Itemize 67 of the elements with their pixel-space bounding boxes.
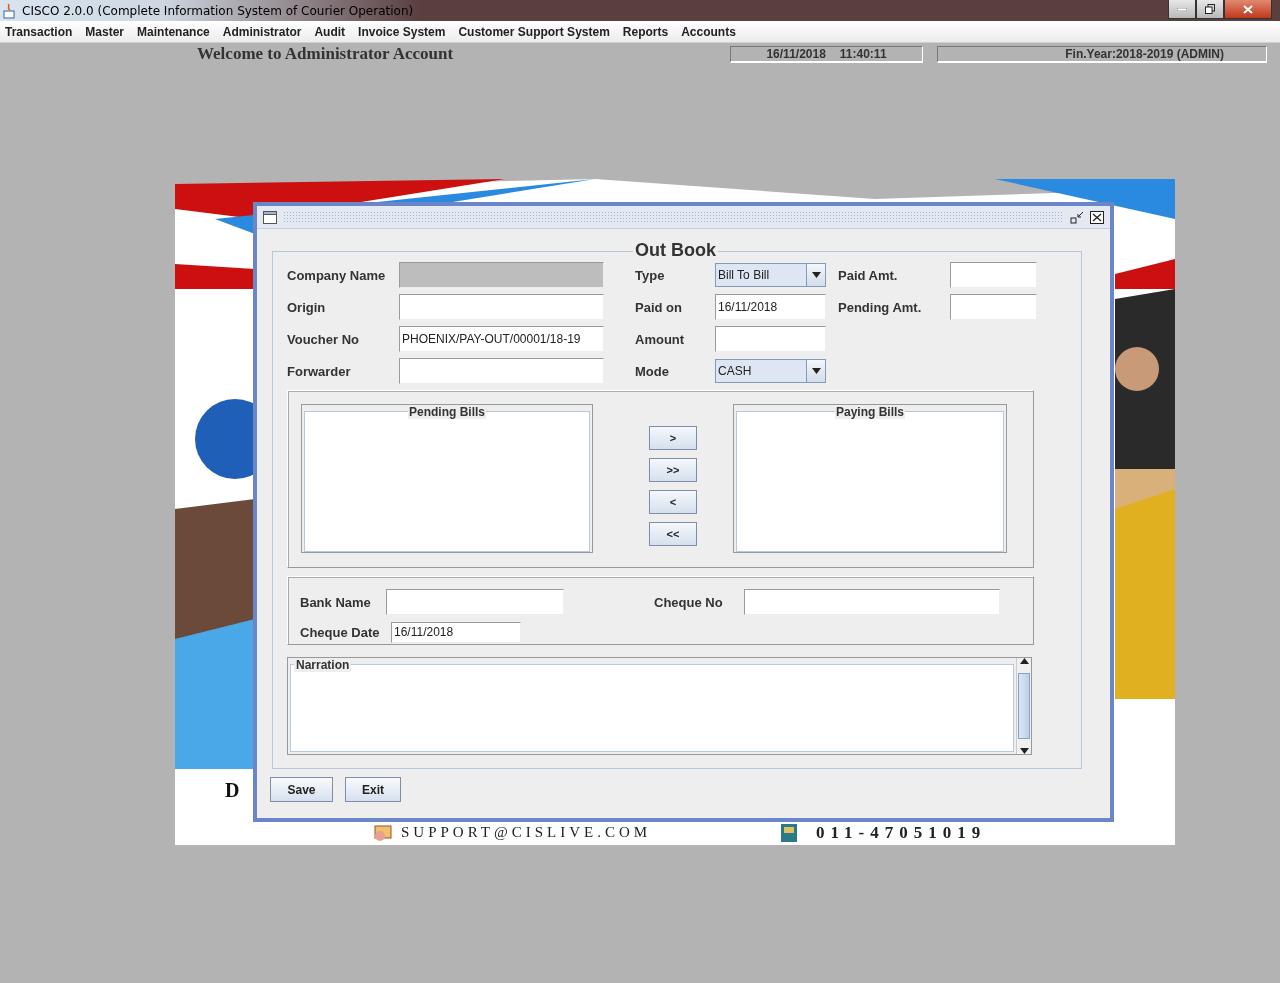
menu-item[interactable]: Accounts xyxy=(681,24,736,39)
field-label: Amount xyxy=(635,331,686,347)
text-field[interactable] xyxy=(386,589,564,615)
support-email: SUPPORT@CISLIVE.COM xyxy=(401,825,652,840)
menu-item[interactable]: Reports xyxy=(622,24,669,39)
text-field[interactable] xyxy=(950,294,1037,320)
field-label: Forwarder xyxy=(287,363,352,379)
exit-button[interactable]: Exit xyxy=(345,777,401,802)
field-label: Bank Name xyxy=(300,594,372,610)
field-label: Pending Amt. xyxy=(838,299,923,315)
scroll-up-icon xyxy=(1019,658,1029,664)
field-label: Origin xyxy=(287,299,327,315)
text-field[interactable]: 16/11/2018 xyxy=(715,294,826,320)
window-icon xyxy=(263,210,277,224)
menu-item[interactable]: Transaction xyxy=(5,24,73,39)
cup-icon xyxy=(2,2,18,19)
text-field[interactable] xyxy=(950,262,1037,288)
menu-item[interactable]: Customer Support System xyxy=(458,24,610,39)
close-button[interactable] xyxy=(1224,0,1272,19)
field-label: Paid Amt. xyxy=(838,267,899,283)
menu-item[interactable]: Maintenance xyxy=(137,24,210,39)
support-phone: 011-47051019 xyxy=(816,824,987,841)
save-button[interactable]: Save xyxy=(270,777,333,802)
restore-button[interactable] xyxy=(1196,0,1224,19)
text-field[interactable] xyxy=(399,358,604,384)
transfer-button[interactable]: >> xyxy=(649,458,697,482)
text-field[interactable] xyxy=(715,326,826,352)
transfer-button[interactable]: > xyxy=(649,426,697,450)
poster-text: D xyxy=(225,779,246,802)
field-label: Company Name xyxy=(287,267,387,283)
close-icon xyxy=(1243,4,1253,14)
caret-icon xyxy=(1019,748,1029,754)
scrollbar[interactable] xyxy=(1016,658,1031,754)
phone-icon xyxy=(780,823,798,843)
transfer-button[interactable]: < xyxy=(649,490,697,514)
minimize-icon xyxy=(1177,7,1187,11)
narration-field[interactable]: Narration xyxy=(287,657,1032,755)
paying-bills-list[interactable]: Paying Bills xyxy=(733,404,1007,553)
menu-item[interactable]: Invoice System xyxy=(358,24,446,39)
minimize-button[interactable] xyxy=(1168,0,1196,19)
window-title: CISCO 2.0.0 (Complete Information System of Courier Operation) xyxy=(22,3,414,18)
field-label: Paid on xyxy=(635,299,683,315)
email-icon xyxy=(373,824,395,842)
field-label: Cheque No xyxy=(654,594,724,610)
menu-item[interactable]: Audit xyxy=(314,24,346,39)
date-time-panel: 16/11/2018 11:40:11 xyxy=(730,46,923,63)
menu-item[interactable]: Administrator xyxy=(222,24,302,39)
field-label: Type xyxy=(635,267,666,283)
caret-icon xyxy=(811,272,821,278)
text-field[interactable] xyxy=(744,589,1000,615)
field-label: Cheque Date xyxy=(300,624,381,640)
transfer-button[interactable]: << xyxy=(649,522,697,546)
welcome-heading: Welcome to Administrator Account xyxy=(197,44,455,64)
text-field[interactable] xyxy=(399,294,604,320)
fin-year-panel: Fin.Year:2018-2019 (ADMIN) xyxy=(937,46,1267,63)
caret-icon xyxy=(811,368,821,374)
menu-item[interactable]: Master xyxy=(85,24,125,39)
field-label: Voucher No xyxy=(287,331,360,347)
text-field[interactable]: PHOENIX/PAY-OUT/00001/18-19 xyxy=(399,326,604,352)
pending-bills-list[interactable]: Pending Bills xyxy=(301,404,593,553)
restore-icon[interactable] xyxy=(1070,210,1084,224)
restore-icon xyxy=(1205,4,1215,14)
dropdown[interactable]: CASH xyxy=(715,359,826,383)
date-field[interactable]: 16/11/2018 xyxy=(391,621,521,643)
dropdown[interactable]: Bill To Bill xyxy=(715,263,826,287)
close-icon[interactable] xyxy=(1090,210,1104,224)
field-label: Mode xyxy=(635,363,670,379)
